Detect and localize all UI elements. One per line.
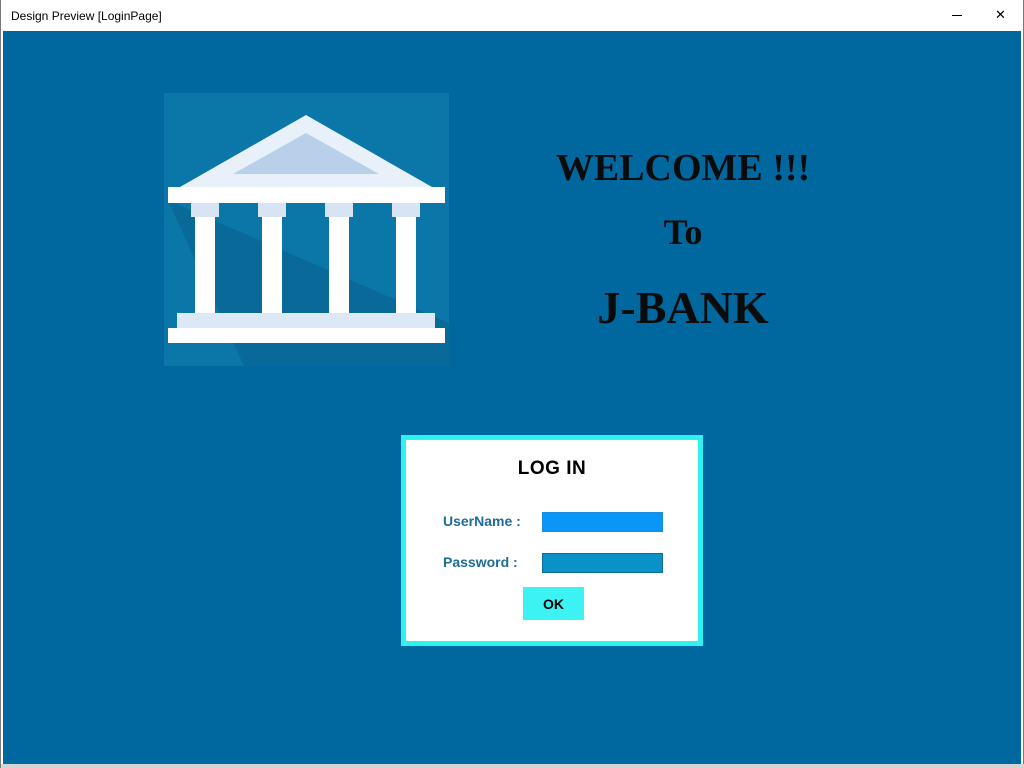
username-label: UserName : [443, 513, 521, 529]
app-window: Design Preview [LoginPage] ✕ WELCOME !!! [0, 0, 1024, 768]
login-page: WELCOME !!! To J-BANK LOG IN UserName : … [3, 31, 1021, 766]
title-bar[interactable]: Design Preview [LoginPage] ✕ [1, 0, 1023, 31]
window-title: Design Preview [LoginPage] [11, 9, 162, 23]
minimize-button[interactable] [934, 0, 979, 31]
login-title: LOG IN [517, 458, 587, 479]
password-label: Password : [443, 554, 518, 570]
ok-button[interactable]: OK [523, 587, 584, 620]
welcome-heading: WELCOME !!! [555, 147, 811, 189]
close-button[interactable]: ✕ [978, 0, 1023, 31]
password-input[interactable] [542, 553, 663, 573]
taskbar-strip [1, 764, 1024, 768]
username-input[interactable] [542, 512, 663, 532]
welcome-to-text: To [663, 212, 703, 252]
login-panel: LOG IN UserName : Password : OK [401, 435, 703, 646]
bank-building-icon [164, 93, 449, 366]
close-icon: ✕ [995, 8, 1006, 23]
minimize-icon [951, 15, 962, 16]
bank-name-heading: J-BANK [597, 282, 769, 333]
